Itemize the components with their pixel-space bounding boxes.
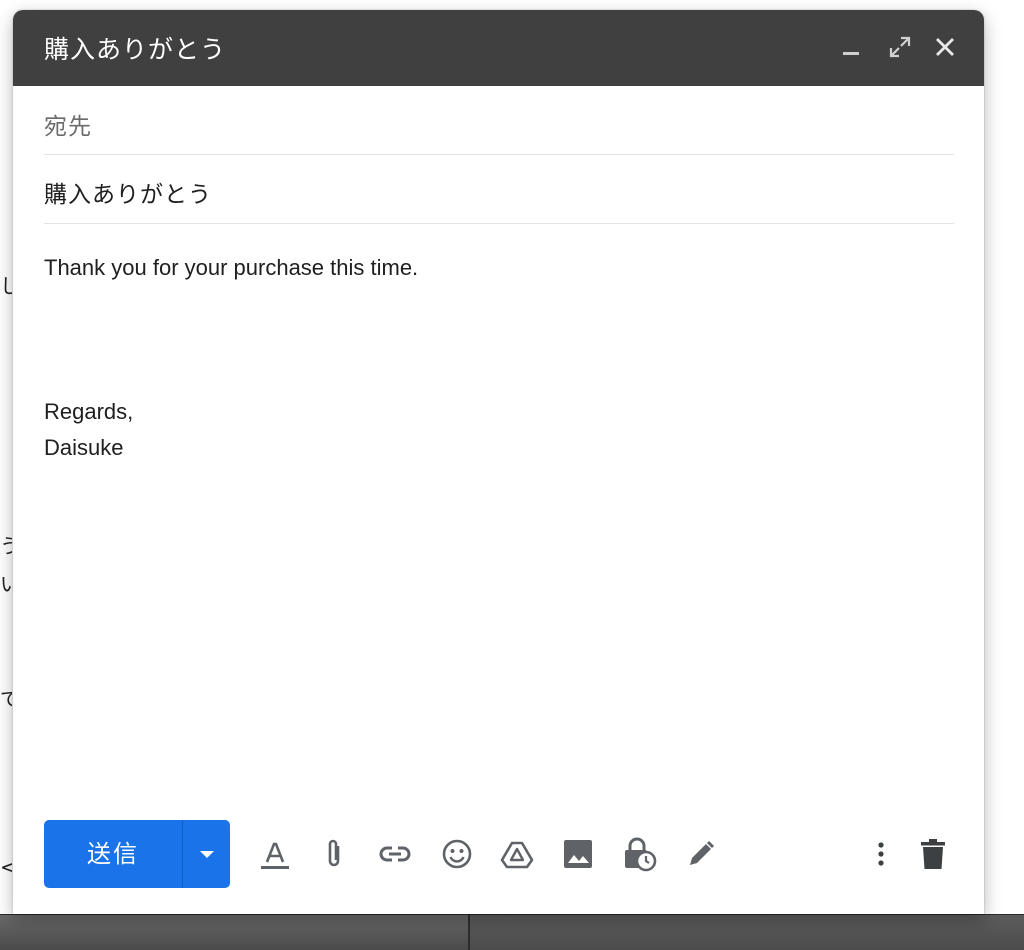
paperclip-icon[interactable] [315,834,355,874]
minimize-icon[interactable] [839,34,865,60]
more-vert-icon[interactable] [861,834,901,874]
pen-icon[interactable] [681,834,721,874]
trash-icon[interactable] [913,834,953,874]
background-link-fragment[interactable]: <| [0,855,12,879]
emoji-icon[interactable] [437,834,477,874]
body-line: Daisuke [44,435,124,460]
compose-title-bar[interactable]: 購入ありがとう [13,10,984,86]
background-text-fragment: し [0,274,12,298]
background-text-fragment: い [0,572,12,596]
link-icon[interactable] [375,834,415,874]
expand-icon[interactable] [887,34,913,60]
subject-field[interactable]: 購入ありがとう [44,155,954,224]
background-text-fragment: う [0,534,12,558]
to-field[interactable]: 宛先 [44,86,954,155]
drive-icon[interactable] [497,834,537,874]
background-text-fragment: で [0,687,12,711]
close-icon[interactable] [932,34,958,60]
strip-panel [470,915,1024,950]
body-line: Regards, [44,399,134,424]
lock-clock-icon[interactable] [619,834,659,874]
chevron-down-icon [200,851,214,858]
text-format-icon[interactable] [255,834,295,874]
send-options-button[interactable] [183,820,230,888]
body-line: Thank you for your purchase this time. [44,255,419,280]
send-button[interactable]: 送信 [44,820,182,888]
subject-value: 購入ありがとう [44,182,212,208]
to-label: 宛先 [44,114,92,140]
compose-window: 購入ありがとう 宛先 購入ありがとう Thank you for your pu… [13,10,984,914]
background-window-strip [0,914,1024,950]
photo-icon[interactable] [558,834,598,874]
send-button-group: 送信 [44,820,230,888]
compose-title: 購入ありがとう [44,35,227,64]
